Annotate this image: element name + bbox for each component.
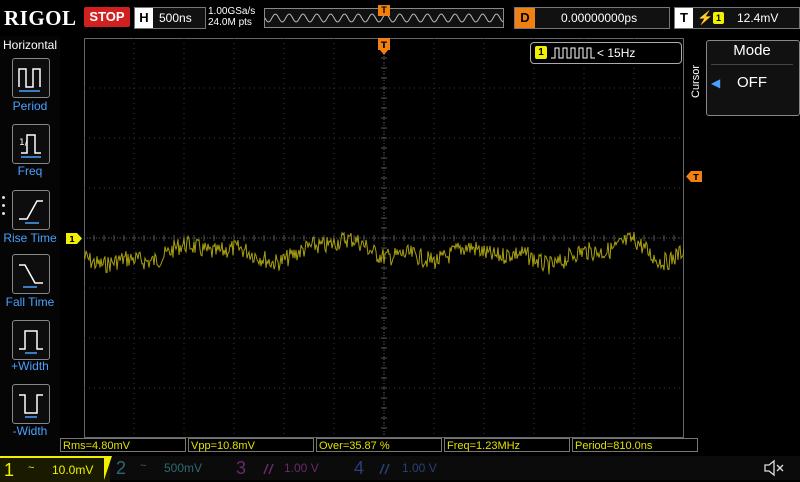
rise-time-button[interactable] [12, 190, 50, 230]
cursor-tab-label: Cursor [690, 64, 702, 98]
waveform-graticule[interactable] [84, 38, 684, 438]
cursor-mode-label: Mode [733, 42, 771, 59]
delay-value: 0.00000000ps [561, 11, 638, 25]
run-stop-button[interactable]: STOP [84, 7, 130, 27]
ch3-number: 3 [236, 458, 247, 478]
freq-button[interactable]: 1/ [12, 124, 50, 164]
sampling-info: 1.00GSa/s 24.0M pts [208, 6, 255, 28]
ac-coupling-icon: ~ [140, 460, 147, 472]
measurement-rms[interactable]: Rms=4.80mV [60, 438, 186, 452]
trigger-time-marker-icon: T [378, 38, 390, 55]
measurement-overshoot[interactable]: Over=35.87 % [316, 438, 442, 452]
timebase-value: 500ns [159, 11, 192, 25]
ch4-slash-icon [379, 463, 390, 475]
fall-time-button[interactable] [12, 254, 50, 294]
ch4-scale: 1.00 V [402, 461, 437, 475]
svg-text:1/: 1/ [19, 138, 29, 148]
menu-page-dots [2, 196, 6, 220]
ch1-status[interactable]: 1 ~ 10.0mV [0, 456, 110, 482]
ch2-status[interactable]: 2 ~ 500mV [112, 456, 222, 480]
rising-edge-icon: ⚡ [697, 10, 714, 25]
graticule-svg [84, 38, 684, 438]
measurement-period[interactable]: Period=810.0ns [572, 438, 698, 452]
delay-display[interactable]: D 0.00000000ps [514, 7, 670, 29]
trigger-level-value: 12.4mV [737, 11, 779, 25]
positive-width-label: +Width [11, 359, 49, 373]
measure-indicator-value: < 15Hz [597, 46, 636, 60]
trigger-display[interactable]: T ⚡ 1 12.4mV [674, 7, 800, 29]
svg-text:T: T [381, 41, 388, 51]
menu-title: Horizontal [2, 38, 58, 52]
memory-depth: 24.0M pts [208, 17, 252, 28]
fall-time-label: Fall Time [5, 295, 55, 309]
rise-time-icon [19, 200, 43, 224]
negative-width-icon [19, 394, 43, 418]
measurement-vpp[interactable]: Vpp=10.8mV [188, 438, 314, 452]
measure-channel-badge: 1 [535, 46, 547, 59]
trigger-source-badge: 1 [713, 12, 724, 24]
ch4-number: 4 [354, 458, 365, 478]
ch2-scale: 500mV [164, 461, 203, 475]
pulse-train-icon [551, 47, 595, 59]
trigger-level-marker-icon[interactable]: T [686, 171, 702, 182]
ch1-offset-marker-icon[interactable]: 1 [66, 233, 82, 244]
freq-icon: 1/ [19, 134, 41, 158]
ch1-scale: 10.0mV [52, 463, 94, 477]
measurement-bar: Rms=4.80mV Vpp=10.8mV Over=35.87 % Freq=… [60, 438, 700, 454]
sample-rate: 1.00GSa/s [208, 6, 256, 17]
ch1-marker-label: 1 [69, 235, 75, 244]
freq-label: Freq [17, 164, 43, 178]
timebase-key: H [135, 8, 153, 28]
ch1-number: 1 [4, 460, 15, 480]
ch2-number: 2 [116, 458, 127, 478]
ch3-slash-icon [263, 463, 274, 475]
timebase-display[interactable]: H 500ns [134, 7, 206, 29]
period-button[interactable] [12, 58, 50, 98]
rise-time-label: Rise Time [3, 231, 57, 245]
speaker-mute-icon[interactable] [762, 458, 786, 478]
trigger-key: T [675, 8, 693, 28]
ch3-scale: 1.00 V [284, 461, 319, 475]
negative-width-label: -Width [12, 424, 48, 438]
period-label: Period [12, 99, 48, 113]
measurement-freq[interactable]: Freq=1.23MHz [444, 438, 570, 452]
ch1-frequency-indicator: 1 < 15Hz [530, 42, 682, 64]
trigger-position-marker: T [378, 5, 390, 16]
grid-lines [84, 38, 684, 438]
period-icon [18, 68, 41, 92]
positive-width-button[interactable] [12, 320, 50, 360]
brand-logo: RIGOL [4, 6, 77, 30]
fall-time-icon [19, 264, 43, 288]
positive-width-icon [19, 330, 43, 354]
ch4-status[interactable]: 4 1.00 V [350, 456, 460, 480]
negative-width-button[interactable] [12, 384, 50, 424]
ch3-status[interactable]: 3 1.00 V [232, 456, 342, 480]
cursor-mode-value: OFF [737, 74, 767, 91]
ac-coupling-icon: ~ [28, 462, 35, 474]
delay-key: D [515, 8, 535, 28]
svg-text:T: T [693, 173, 699, 182]
cursor-menu-tab[interactable]: Cursor [688, 42, 704, 122]
